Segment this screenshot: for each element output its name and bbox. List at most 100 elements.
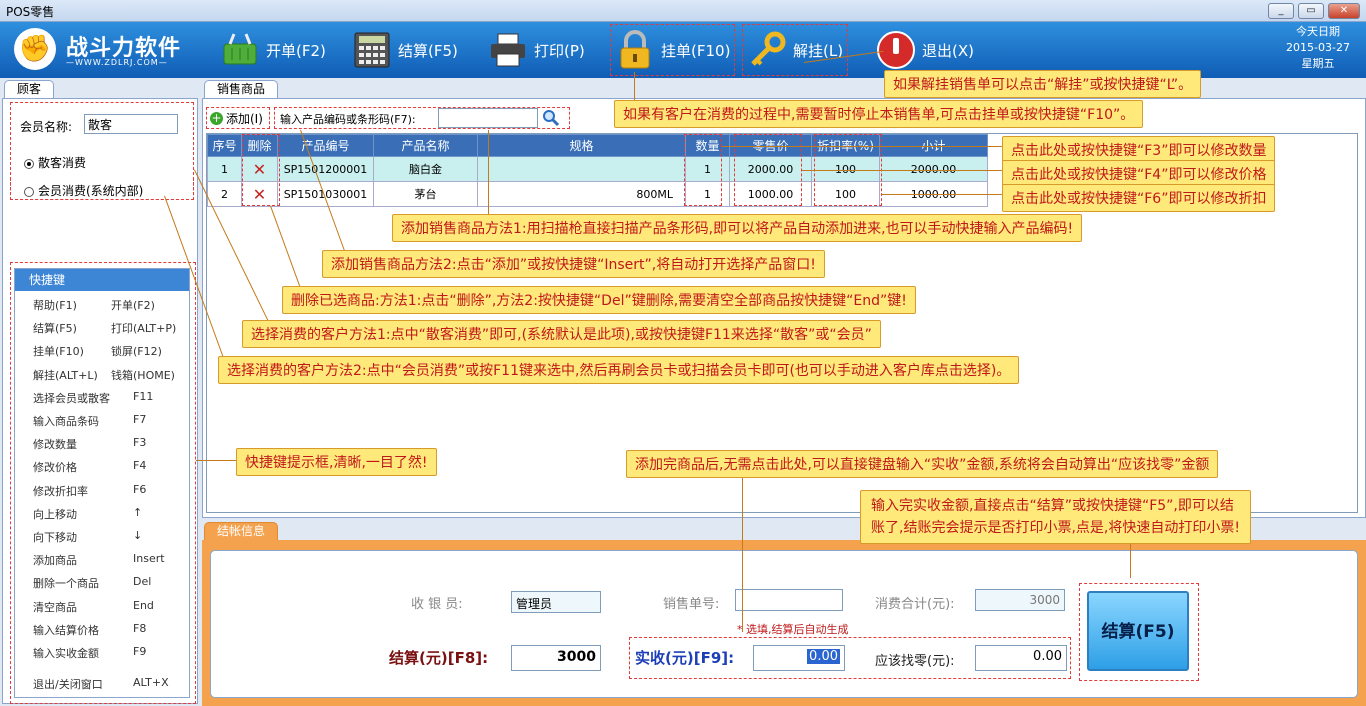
lock-icon	[615, 30, 655, 70]
shortcut-key: F9	[133, 645, 147, 658]
shortcut-key: ↓	[133, 529, 143, 542]
shortcut-action: 解挂(ALT+L)	[33, 368, 98, 382]
add-label: 添加(I)	[226, 112, 263, 126]
shortcut-key: Del	[133, 575, 152, 589]
settle-button[interactable]: 结算(F5)	[1087, 591, 1189, 671]
tab-settle[interactable]: 结帐信息	[204, 522, 279, 540]
callout-delete: 删除已选商品:方法1:点击“删除”,方法2:按快捷键“Del”键删除,需要清空全…	[282, 286, 916, 314]
callout-settle: 输入完实收金额,直接点击“结算”或按快捷键“F5”,即可以结 账了,结账完会提示…	[860, 490, 1251, 544]
callout-member: 选择消费的客户方法2:点中“会员消费”或按F11键来选中,然后再刷会员卡或扫描会…	[218, 356, 1020, 384]
shortcuts-panel: 快捷键 帮助(F1) 开单(F2) 结算(F5) 打印(ALT+P) 挂单(F10) 锁屏…	[14, 268, 190, 698]
shortcut-key: ↑	[133, 505, 143, 519]
close-button[interactable]: ✕	[1328, 3, 1360, 19]
tab-sales[interactable]: 销售商品	[204, 80, 279, 98]
change-label: 应该找零(元):	[875, 654, 955, 669]
settle-amount-input[interactable]: 3000	[511, 645, 601, 671]
cell-subtotal: 2000.00	[879, 156, 988, 182]
shortcut-action: 结算(F5)	[33, 322, 77, 336]
settle-amount-label: 结算(元)[F8]:	[389, 649, 489, 667]
callout-line	[488, 130, 489, 214]
col-no: 序号	[207, 134, 242, 157]
shortcut-key: 锁屏(F12)	[111, 345, 162, 359]
shortcut-action: 输入结算价格	[33, 623, 99, 637]
cell-name: 茅台	[373, 181, 478, 207]
shortcut-key: Insert	[133, 552, 165, 566]
hold-order-button[interactable]: 挂单(F10)	[610, 24, 736, 76]
order-no-label: 销售单号:	[663, 597, 720, 612]
callout-line	[882, 194, 1002, 195]
radio-member-dot[interactable]	[24, 186, 34, 197]
exit-label: 退出(X)	[922, 41, 974, 60]
logo-icon: ✊	[14, 28, 56, 70]
callout-shortcuts: 快捷键提示框,清晰,一目了然!	[236, 448, 437, 476]
shortcut-action: 向下移动	[33, 531, 77, 544]
add-icon: +	[210, 111, 223, 125]
shortcut-action: 挂单(F10)	[33, 345, 84, 359]
logo: ✊ 战斗力软件 —WWW.ZDLRJ.COM—	[14, 24, 194, 76]
minimize-button[interactable]: _	[1268, 3, 1294, 19]
cell-spec: 800ML	[477, 181, 686, 207]
callout-line	[1130, 540, 1131, 578]
order-no-input[interactable]	[735, 589, 843, 611]
radio-member[interactable]: 会员消费(系统内部)	[24, 182, 143, 199]
radio-walkin-label: 散客消费	[38, 156, 87, 170]
barcode-label: 输入产品编码或条形码(F7):	[280, 113, 416, 126]
shortcut-key: 打印(ALT+P)	[111, 322, 177, 336]
checkout-label: 结算(F5)	[398, 41, 458, 60]
new-order-button[interactable]: 开单(F2)	[220, 22, 326, 78]
shortcut-action: 输入实收金额	[33, 647, 99, 660]
shortcut-action: 删除一个商品	[33, 577, 99, 591]
callout-line	[742, 476, 743, 632]
print-button[interactable]: 打印(P)	[488, 22, 585, 78]
shortcut-action: 修改数量	[33, 438, 77, 452]
key-icon	[747, 30, 787, 70]
price-column-highlight	[734, 134, 802, 206]
date-display: 今天日期 2015-03-27 星期五	[1278, 24, 1358, 72]
shortcut-action: 选择会员或散客	[33, 391, 110, 405]
callout-hold: 如果有客户在消费的过程中,需要暂时停止本销售单,可点击挂单或按快捷键“F10”。	[614, 100, 1144, 128]
shortcut-action: 帮助(F1)	[33, 299, 77, 312]
checkout-button[interactable]: 结算(F5)	[352, 22, 458, 78]
shortcut-action: 添加商品	[33, 554, 77, 568]
logo-url: —WWW.ZDLRJ.COM—	[66, 58, 168, 67]
search-icon[interactable]	[542, 109, 560, 127]
shortcut-key: 开单(F2)	[111, 299, 155, 312]
shortcut-key: F3	[133, 436, 147, 450]
received-input[interactable]: 0.00	[753, 645, 845, 671]
total-value: 3000	[975, 589, 1065, 611]
member-name-input[interactable]	[84, 114, 178, 134]
resume-order-button[interactable]: 解挂(L)	[742, 24, 849, 76]
cell-spec	[477, 156, 686, 182]
date-value: 2015-03-27	[1286, 41, 1350, 54]
tab-customer[interactable]: 顾客	[4, 80, 55, 98]
cashier-label: 收 银 员:	[411, 597, 463, 612]
maximize-button[interactable]: ▭	[1298, 3, 1324, 19]
shortcut-key: F6	[133, 482, 147, 496]
shortcut-key: F7	[133, 413, 147, 426]
col-code: 产品编号	[277, 134, 374, 157]
order-no-note: * 选填,结算后自动生成	[737, 623, 849, 636]
new-order-label: 开单(F2)	[266, 41, 326, 60]
shortcut-action: 退出/关闭窗口	[33, 678, 103, 692]
delete-column-highlight	[242, 134, 280, 206]
barcode-input[interactable]	[438, 108, 538, 128]
cell-code: SP1501200001	[277, 156, 374, 182]
settle-panel-body: 收 银 员: 管理员 销售单号: * 选填,结算后自动生成 消费合计(元): 3…	[210, 550, 1358, 698]
shortcut-action: 修改折扣率	[33, 484, 88, 498]
shortcut-key: End	[133, 598, 154, 612]
cashier-value: 管理员	[511, 591, 601, 613]
col-spec: 规格	[477, 134, 686, 157]
radio-walkin-dot[interactable]	[24, 158, 34, 169]
cell-name: 脑白金	[373, 156, 478, 182]
add-button[interactable]: + 添加(I)	[210, 110, 263, 127]
shortcut-action: 向上移动	[33, 507, 77, 521]
basket-icon	[220, 30, 260, 70]
shortcut-action: 清空商品	[33, 600, 77, 614]
callout-walkin: 选择消费的客户方法1:点中“散客消费”即可,(系统默认是此项),或按快捷键F11…	[242, 320, 881, 348]
callout-discount: 点击此处或按快捷键“F6”即可以修改折扣	[1002, 184, 1276, 212]
radio-walkin[interactable]: 散客消费	[24, 154, 86, 171]
date-weekday: 星期五	[1301, 57, 1335, 70]
callout-add-insert: 添加销售商品方法2:点击“添加”或按快捷键“Insert”,将自动打开选择产品窗…	[322, 250, 825, 278]
title-bar: POS零售 _ ▭ ✕	[0, 0, 1366, 22]
callout-line	[722, 146, 1002, 147]
